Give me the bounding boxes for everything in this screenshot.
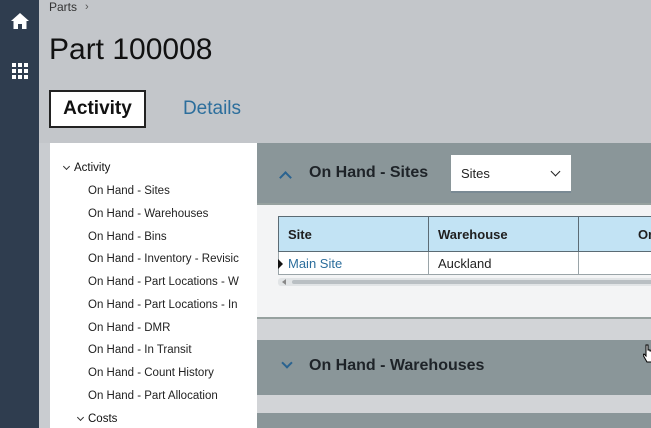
apps-menu-button[interactable] bbox=[0, 54, 39, 88]
breadcrumb-parts-link[interactable]: Parts bbox=[49, 0, 77, 14]
apps-grid-icon bbox=[11, 63, 28, 79]
tree-item-on-hand-part-locations-w[interactable]: On Hand - Part Locations - W bbox=[88, 276, 239, 288]
cell-warehouse: Auckland bbox=[428, 252, 578, 275]
chevron-down-icon bbox=[76, 413, 85, 422]
section-title: On Hand - Sites bbox=[309, 164, 429, 181]
grid-header-row: Site Warehouse On bbox=[278, 216, 651, 252]
select-value: Sites bbox=[461, 165, 490, 181]
chevron-up-icon bbox=[279, 171, 292, 184]
table-row[interactable]: Main Site Auckland bbox=[278, 252, 651, 275]
section-on-hand-sites: On Hand - Sites Sites Site Warehouse On … bbox=[257, 143, 651, 319]
row-selector-icon bbox=[278, 259, 283, 269]
tab-details[interactable]: Details bbox=[179, 90, 245, 128]
page-title: Part 100008 bbox=[49, 33, 213, 66]
breadcrumb-separator: › bbox=[85, 1, 89, 13]
mouse-pointer-icon bbox=[643, 344, 651, 363]
chevron-down-icon bbox=[62, 162, 71, 171]
column-header-on-hand[interactable]: On bbox=[578, 216, 651, 252]
sites-grid: Site Warehouse On Main Site Auckland bbox=[278, 216, 651, 275]
section-title: On Hand - Warehouses bbox=[309, 357, 485, 374]
tree-item-on-hand-sites[interactable]: On Hand - Sites bbox=[88, 185, 170, 197]
section-next-collapsed bbox=[257, 413, 651, 428]
tree-item-on-hand-in-transit[interactable]: On Hand - In Transit bbox=[88, 344, 192, 356]
activity-tree-panel: Activity On Hand - Sites On Hand - Wareh… bbox=[50, 143, 257, 428]
tree-item-on-hand-bins[interactable]: On Hand - Bins bbox=[88, 231, 167, 243]
column-header-site[interactable]: Site bbox=[278, 216, 428, 252]
chevron-down-icon bbox=[281, 357, 293, 369]
sites-grid-panel: Site Warehouse On Main Site Auckland bbox=[257, 203, 651, 319]
tree-item-on-hand-count-history[interactable]: On Hand - Count History bbox=[88, 367, 214, 379]
horizontal-scrollbar[interactable] bbox=[278, 278, 651, 286]
scroll-left-arrow-icon[interactable] bbox=[282, 279, 286, 285]
tree-item-on-hand-warehouses[interactable]: On Hand - Warehouses bbox=[88, 208, 208, 220]
tree-item-on-hand-part-allocation[interactable]: On Hand - Part Allocation bbox=[88, 390, 218, 402]
grid-background: Site Warehouse On Main Site Auckland bbox=[257, 205, 651, 317]
content-area: On Hand - Sites Sites Site Warehouse On … bbox=[257, 143, 651, 428]
column-header-warehouse[interactable]: Warehouse bbox=[428, 216, 578, 252]
section-on-hand-warehouses[interactable]: On Hand - Warehouses bbox=[257, 340, 651, 395]
tree-item-on-hand-dmr[interactable]: On Hand - DMR bbox=[88, 322, 170, 334]
home-icon bbox=[10, 13, 29, 29]
left-nav-rail bbox=[0, 0, 39, 428]
tree-group-label: Costs bbox=[88, 413, 118, 425]
home-button[interactable] bbox=[0, 4, 39, 38]
sites-view-select[interactable]: Sites bbox=[451, 155, 571, 193]
cell-on-hand bbox=[578, 252, 651, 275]
tree-group-costs[interactable]: Costs bbox=[76, 413, 118, 425]
breadcrumb: Parts › bbox=[49, 0, 89, 14]
page-header: Parts › Part 100008 Activity Details bbox=[39, 0, 651, 143]
site-link[interactable]: Main Site bbox=[288, 256, 342, 271]
cell-site: Main Site bbox=[278, 252, 428, 275]
tree-group-activity[interactable]: Activity bbox=[62, 162, 111, 174]
tab-activity[interactable]: Activity bbox=[49, 90, 146, 128]
tree-item-on-hand-part-locations-in[interactable]: On Hand - Part Locations - In bbox=[88, 299, 238, 311]
chevron-down-icon bbox=[550, 166, 561, 177]
scrollbar-thumb[interactable] bbox=[292, 280, 651, 284]
tree-item-on-hand-inventory-revision[interactable]: On Hand - Inventory - Revisic bbox=[88, 253, 239, 265]
tree-group-label: Activity bbox=[74, 162, 111, 174]
